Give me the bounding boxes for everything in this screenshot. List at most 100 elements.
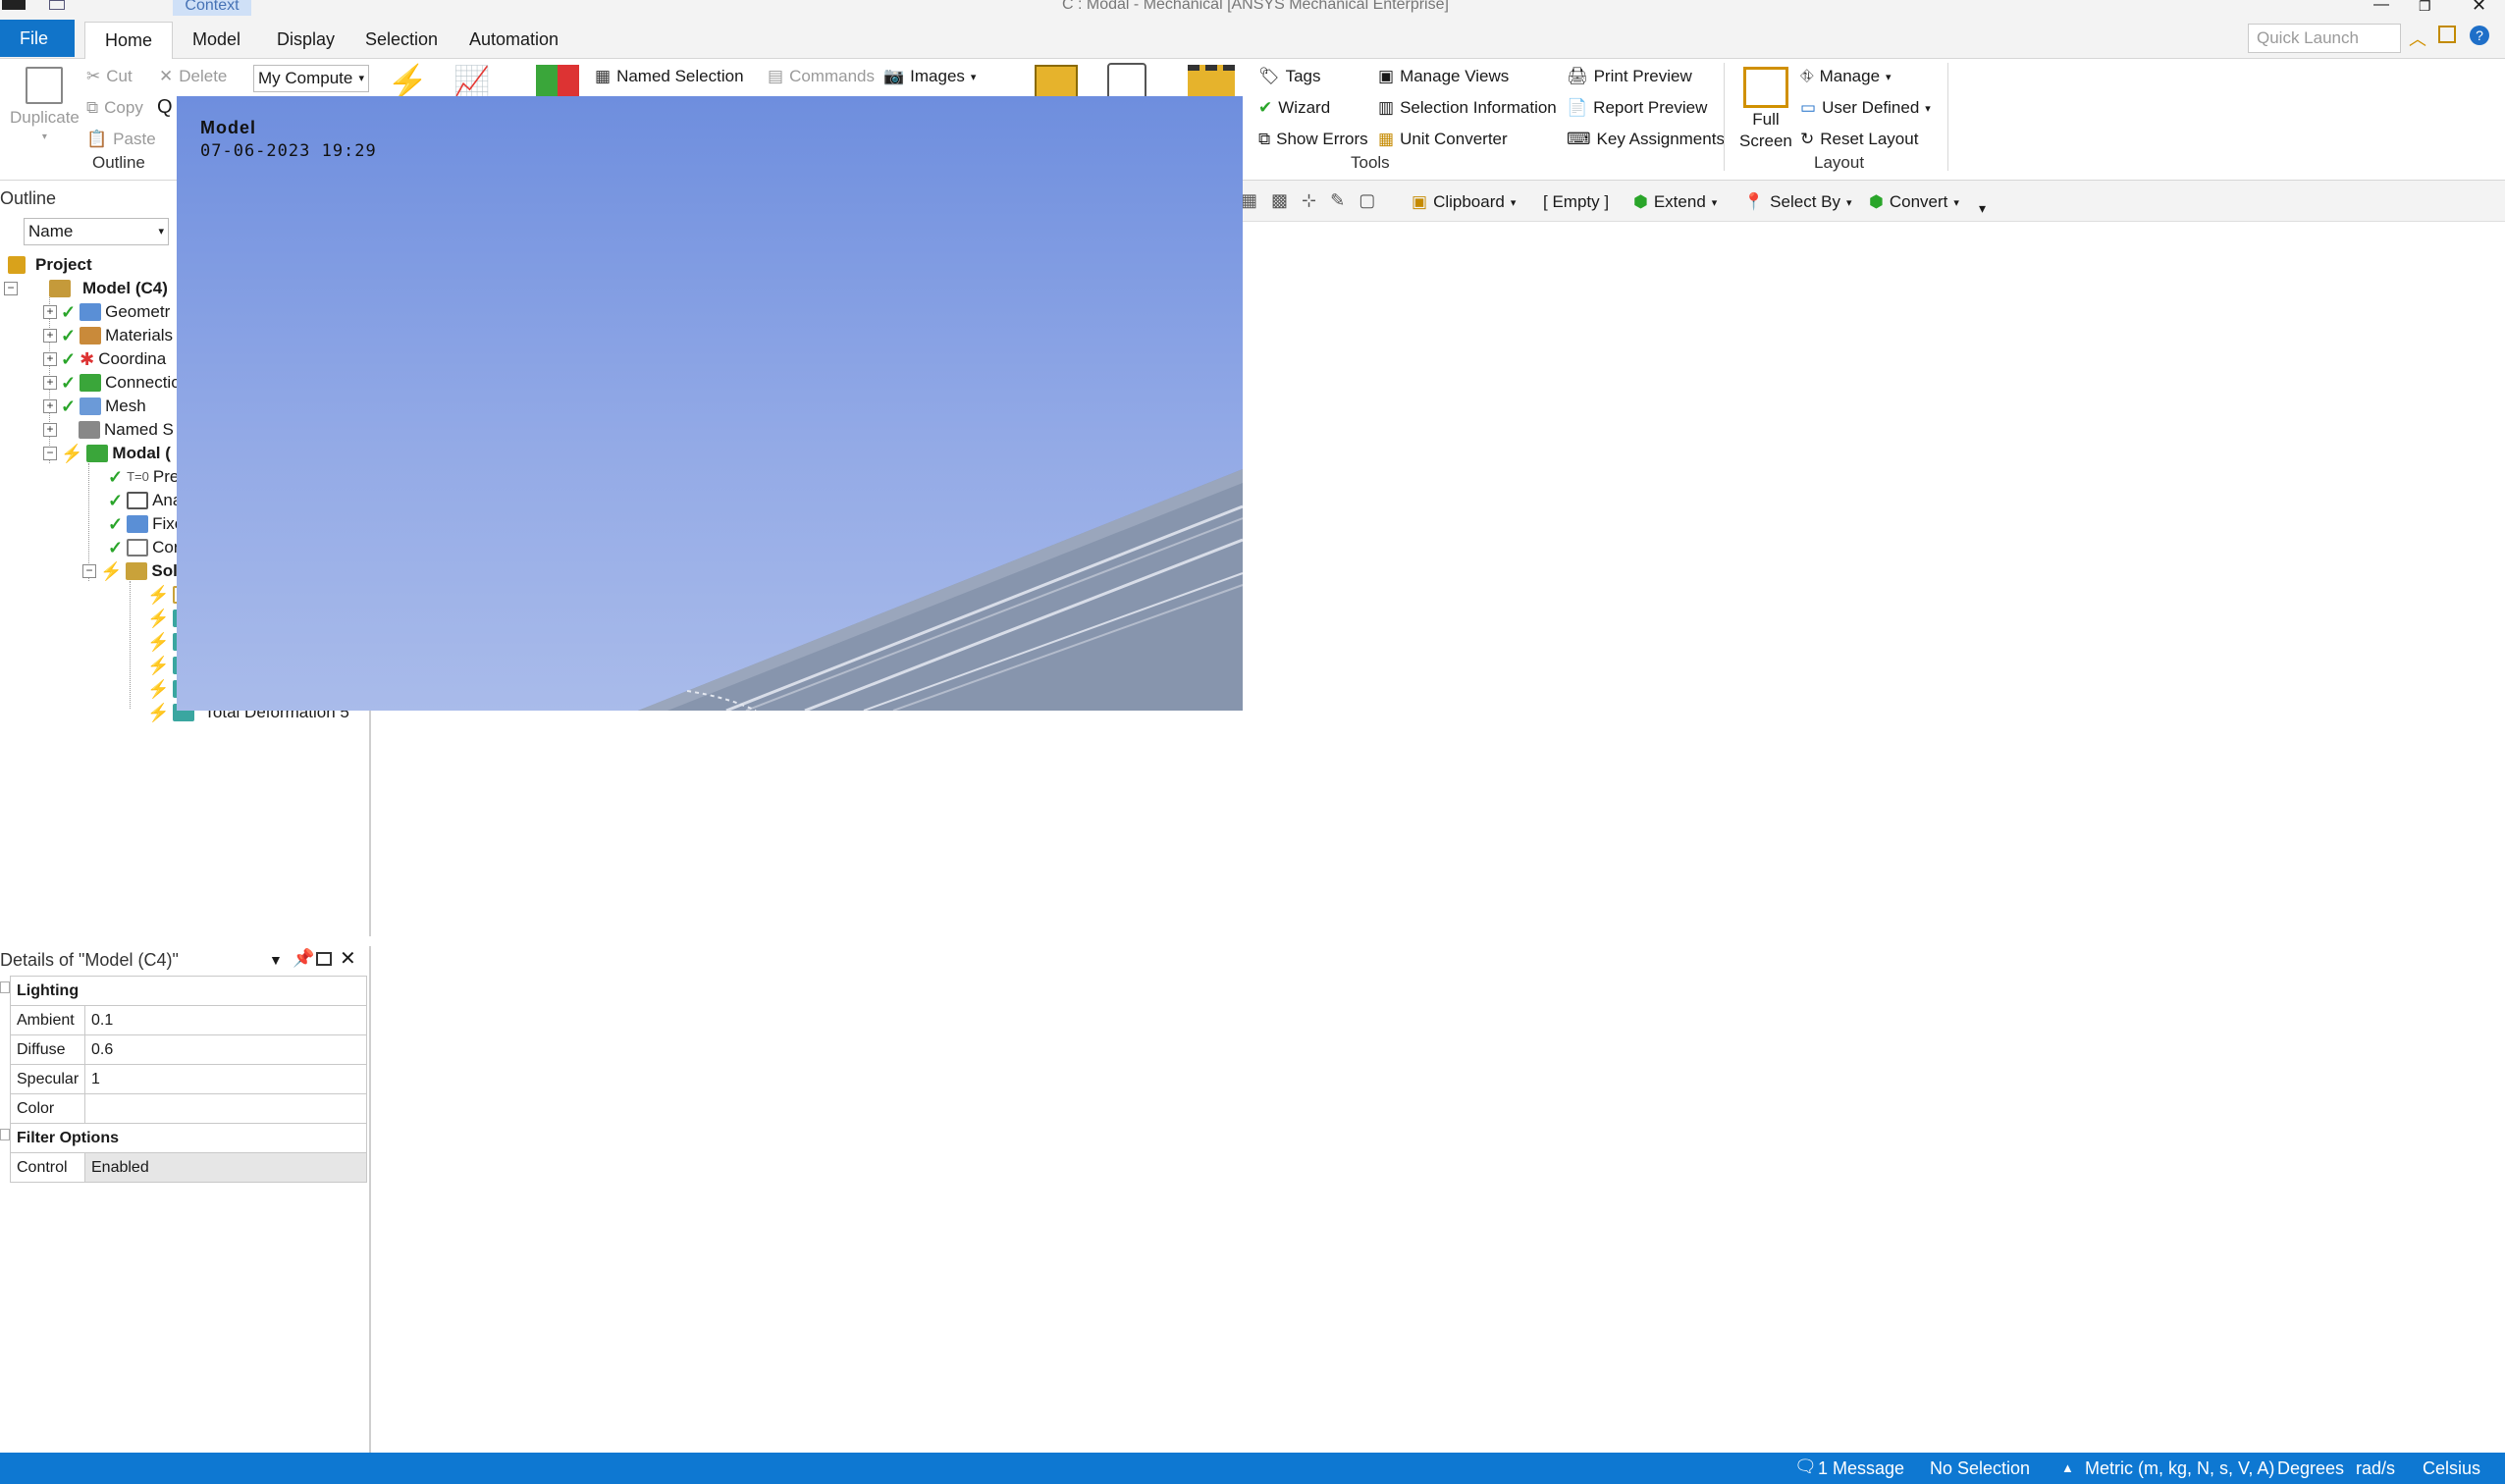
maximize-icon[interactable] <box>316 952 332 966</box>
reset-layout-button[interactable]: ↻ Reset Layout <box>1800 130 1918 149</box>
tree-node-solution[interactable]: − ⚡ Sol <box>82 559 178 583</box>
wizard-button[interactable]: ✔ Wizard <box>1258 98 1330 118</box>
tab-file[interactable]: File <box>0 20 75 57</box>
collapse-toggle[interactable] <box>0 1129 10 1140</box>
report-preview-button[interactable]: 📄 Report Preview <box>1567 98 1707 118</box>
duplicate-button[interactable]: Duplicate ▾ <box>10 67 80 142</box>
select-by-button[interactable]: 📍 Select By ▾ <box>1743 192 1852 212</box>
tree-node-commands[interactable]: ✓ Cor <box>108 536 180 559</box>
expand-toggle[interactable]: + <box>43 305 57 319</box>
full-screen-icon <box>1742 67 1788 108</box>
filter-options-header: Filter Options <box>10 1123 367 1153</box>
messages-status[interactable]: 1 Message <box>1818 1458 1904 1479</box>
tree-node-materials[interactable]: + ✓ Materials <box>43 324 173 347</box>
clipboard-button[interactable]: ▣ Clipboard ▾ <box>1412 192 1516 212</box>
tree-node-geometry[interactable]: + ✓ Geometr <box>43 300 170 324</box>
details-dropdown-icon[interactable]: ▼ <box>269 952 283 968</box>
tab-home[interactable]: Home <box>84 22 174 60</box>
solver-target-select[interactable]: My Compute ▾ <box>253 65 369 92</box>
graphics-viewport[interactable]: Model 07-06-2023 19:29 <box>177 96 1243 711</box>
help-icon[interactable]: ? <box>2470 26 2489 45</box>
table-row[interactable]: Specular 1 <box>10 1064 367 1094</box>
table-row[interactable]: Diffuse 0.6 <box>10 1034 367 1065</box>
delete-button[interactable]: ✕ Delete <box>159 67 227 86</box>
message-icon[interactable]: 🗨 <box>1794 1457 1817 1477</box>
selection-information-button[interactable]: ▥ Selection Information <box>1378 98 1557 118</box>
user-defined-button[interactable]: ▭ User Defined ▾ <box>1800 98 1931 118</box>
tree-node-mesh[interactable]: + ✓ Mesh <box>43 395 146 418</box>
manage-button[interactable]: ⛗ Manage ▾ <box>1800 67 1892 86</box>
collapse-ribbon-icon[interactable]: ︿ <box>2409 26 2426 51</box>
outline-filter-select[interactable]: Name ▾ <box>24 218 169 245</box>
tab-model[interactable]: Model <box>173 22 260 57</box>
rate-unit-status[interactable]: rad/s <box>2356 1458 2395 1479</box>
expand-toggle[interactable]: + <box>43 352 57 366</box>
worksheet-icon[interactable] <box>1107 63 1146 100</box>
annotation-icon[interactable]: ✎ <box>1330 190 1345 211</box>
cut-button[interactable]: ✂ Cut <box>86 67 133 86</box>
collapse-toggle[interactable]: − <box>82 564 96 578</box>
restore-button[interactable]: ❐ <box>2419 0 2431 13</box>
find-icon[interactable]: Q <box>157 96 173 119</box>
coordinate-icon[interactable]: ⊹ <box>1302 190 1316 211</box>
temperature-unit-status[interactable]: Celsius <box>2423 1458 2480 1479</box>
lightning-icon: ⚡ <box>100 561 123 581</box>
print-preview-button[interactable]: 🖨 Print Preview <box>1567 67 1692 86</box>
convert-button[interactable]: ⬢ Convert ▾ <box>1869 192 1959 212</box>
tree-node-project[interactable]: Project <box>8 253 92 277</box>
quick-launch-input[interactable]: Quick Launch <box>2248 24 2401 53</box>
table-row[interactable]: Color <box>10 1093 367 1124</box>
commands-button[interactable]: ▤ Commands <box>768 67 875 86</box>
tree-node-model[interactable]: − Model (C4) <box>4 277 168 300</box>
feedback-icon[interactable] <box>2438 26 2456 43</box>
extend-button[interactable]: ⬢ Extend ▾ <box>1633 192 1717 212</box>
expand-toggle[interactable]: + <box>43 423 57 437</box>
label-icon[interactable]: ▢ <box>1359 190 1375 211</box>
tree-node-connections[interactable]: + ✓ Connectio <box>43 371 181 395</box>
table-row[interactable]: Ambient 0.1 <box>10 1005 367 1035</box>
key-assignments-button[interactable]: ⌨ Key Assignments <box>1567 130 1725 149</box>
close-icon[interactable]: ✕ <box>340 946 356 971</box>
tree-node-analysis-settings[interactable]: ✓ Ana <box>108 489 182 512</box>
named-selection-button[interactable]: ▦ Named Selection <box>595 67 744 86</box>
angle-unit-status[interactable]: Degrees <box>2277 1458 2344 1479</box>
expand-toggle[interactable]: + <box>43 399 57 413</box>
unit-converter-button[interactable]: ▦ Unit Converter <box>1378 130 1508 149</box>
tag-icon: 🏷 <box>1258 67 1280 85</box>
context-tab[interactable]: Context <box>173 0 251 16</box>
expand-toggle[interactable]: + <box>43 329 57 343</box>
tree-node-modal[interactable]: − ⚡ Modal ( <box>43 442 171 465</box>
images-button[interactable]: 📷 Images ▾ <box>883 67 976 86</box>
close-window-button[interactable]: ✕ <box>2472 0 2486 14</box>
tree-node-named-selections[interactable]: + Named S <box>43 418 174 442</box>
collapse-toggle[interactable] <box>0 981 10 993</box>
tab-selection[interactable]: Selection <box>346 22 457 57</box>
details-table: Lighting Ambient 0.1 Diffuse 0.6 Specular 1… <box>10 976 367 1183</box>
tab-automation[interactable]: Automation <box>450 22 578 57</box>
show-errors-button[interactable]: ⧉ Show Errors <box>1258 130 1368 149</box>
full-screen-button[interactable]: Full Screen <box>1739 67 1792 151</box>
minimize-button[interactable]: — <box>2373 0 2389 13</box>
units-icon[interactable] <box>1035 65 1078 98</box>
paste-button[interactable]: 📋 Paste <box>86 130 156 149</box>
toolbar-overflow-icon[interactable]: ▾ <box>1979 200 1986 217</box>
unit-system-status[interactable]: Metric (m, kg, N, s, V, A) <box>2085 1458 2274 1479</box>
table-row[interactable]: Control Enabled <box>10 1152 367 1183</box>
tree-node-fixed-support[interactable]: ✓ Fixe <box>108 512 184 536</box>
tab-display[interactable]: Display <box>257 22 354 57</box>
collapse-toggle[interactable]: − <box>43 447 57 460</box>
tree-node-pre-stress[interactable]: ✓ T=0 Pre <box>108 465 179 489</box>
tree-node-coordinate-systems[interactable]: + ✓ ✱ Coordina <box>43 347 166 371</box>
copy-button[interactable]: ⧉ Copy <box>86 98 143 118</box>
pin-icon[interactable]: 📌 <box>293 948 314 969</box>
select-mode-icon[interactable]: ▦ <box>1241 190 1257 211</box>
tags-button[interactable]: 🏷 Tags <box>1258 67 1321 86</box>
keyframe-icon[interactable] <box>1188 65 1235 100</box>
quick-access-save-icon[interactable] <box>49 0 65 10</box>
insert-loads-icon[interactable] <box>536 65 579 100</box>
expand-toggle[interactable]: + <box>43 376 57 390</box>
collapse-toggle[interactable]: − <box>4 282 18 295</box>
box-select-icon[interactable]: ▩ <box>1271 190 1288 211</box>
manage-views-button[interactable]: ▣ Manage Views <box>1378 67 1509 86</box>
results-chart-icon[interactable]: 📈 <box>453 65 490 99</box>
